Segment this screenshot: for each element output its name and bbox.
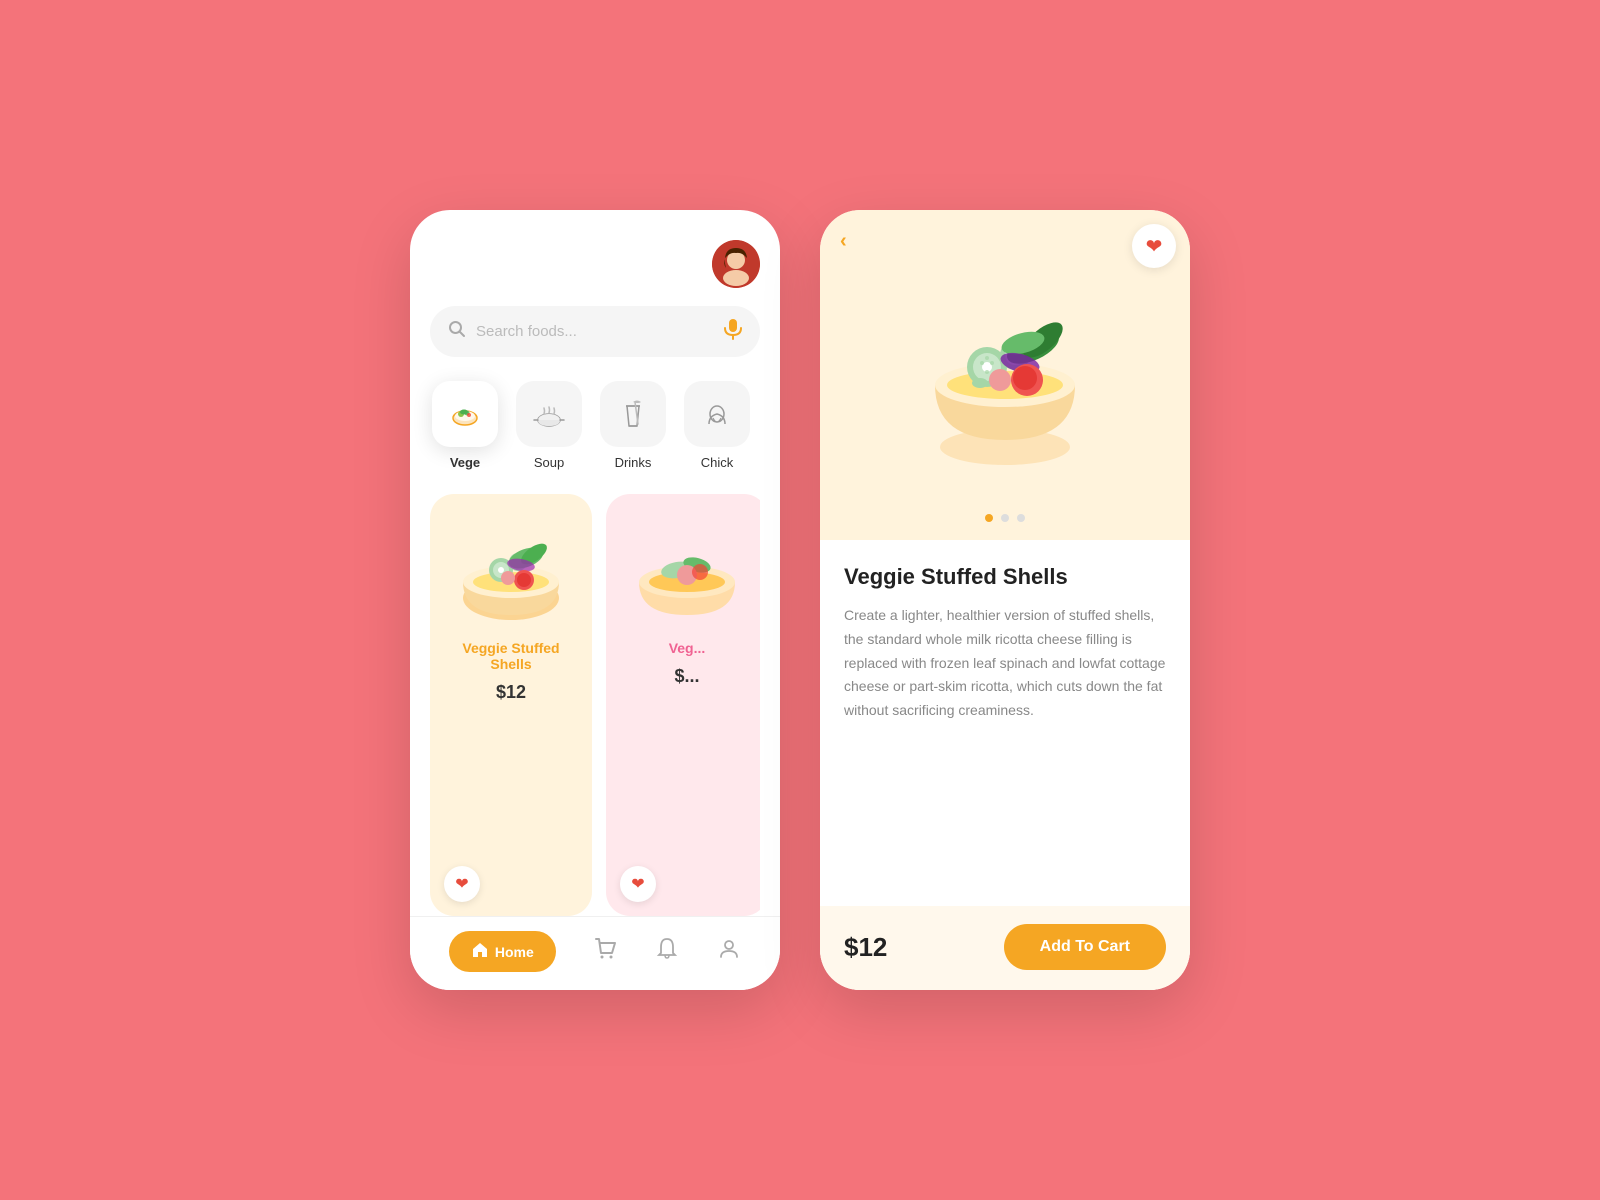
mic-icon[interactable] [724,318,742,345]
detail-bottom-row: $12 Add To Cart [820,906,1190,990]
back-button[interactable]: ‹ [840,230,847,253]
detail-title: Veggie Stuffed Shells [844,564,1166,590]
detail-heart-button[interactable]: ❤ [1132,224,1176,268]
food-card-title-2: Veg... [669,640,706,656]
home-nav-button[interactable]: Home [449,931,556,972]
category-drinks[interactable]: Drinks [598,381,668,470]
image-dots [985,514,1025,522]
dot-2 [1001,514,1009,522]
cart-nav-icon[interactable] [594,937,618,967]
food-card-price-1: $12 [496,682,526,703]
home-label: Home [495,944,534,960]
detail-image-area: ‹ ❤ [820,210,1190,540]
categories-row: Vege [430,381,760,470]
dot-3 [1017,514,1025,522]
detail-content: Veggie Stuffed Shells Create a lighter, … [820,540,1190,990]
home-icon [471,941,489,962]
category-icon-chick [684,381,750,447]
category-icon-drinks [600,381,666,447]
search-bar[interactable]: Search foods... [430,306,760,357]
dot-1 [985,514,993,522]
bottom-nav: Home [410,916,780,990]
category-icon-vege [432,381,498,447]
detail-price: $12 [844,932,887,963]
search-input[interactable]: Search foods... [476,323,714,340]
header-row [430,230,760,288]
search-icon [448,320,466,343]
food-card-1[interactable]: Veggie Stuffed Shells $12 ❤ [430,494,592,916]
heart-button-1[interactable]: ❤ [444,866,480,902]
bell-nav-icon[interactable] [655,937,679,967]
category-label-chick: Chick [701,455,734,470]
add-to-cart-button[interactable]: Add To Cart [1004,924,1166,970]
heart-button-2[interactable]: ❤ [620,866,656,902]
food-card-price-2: $... [674,666,699,687]
food-card-title-1: Veggie Stuffed Shells [446,640,576,672]
category-label-drinks: Drinks [615,455,652,470]
food-cards-row: Veggie Stuffed Shells $12 ❤ V [430,494,760,916]
phone-left: Search foods... [410,210,780,990]
category-icon-soup [516,381,582,447]
user-nav-icon[interactable] [717,937,741,967]
category-chick[interactable]: Chick [682,381,752,470]
category-label-vege: Vege [450,455,480,470]
avatar [712,240,760,288]
category-vege[interactable]: Vege [430,381,500,470]
phone-right: ‹ ❤ [820,210,1190,990]
category-soup[interactable]: Soup [514,381,584,470]
food-card-2[interactable]: Veg... $... ❤ [606,494,760,916]
category-label-soup: Soup [534,455,564,470]
screens-container: Search foods... [410,210,1190,990]
detail-description: Create a lighter, healthier version of s… [844,604,1166,886]
